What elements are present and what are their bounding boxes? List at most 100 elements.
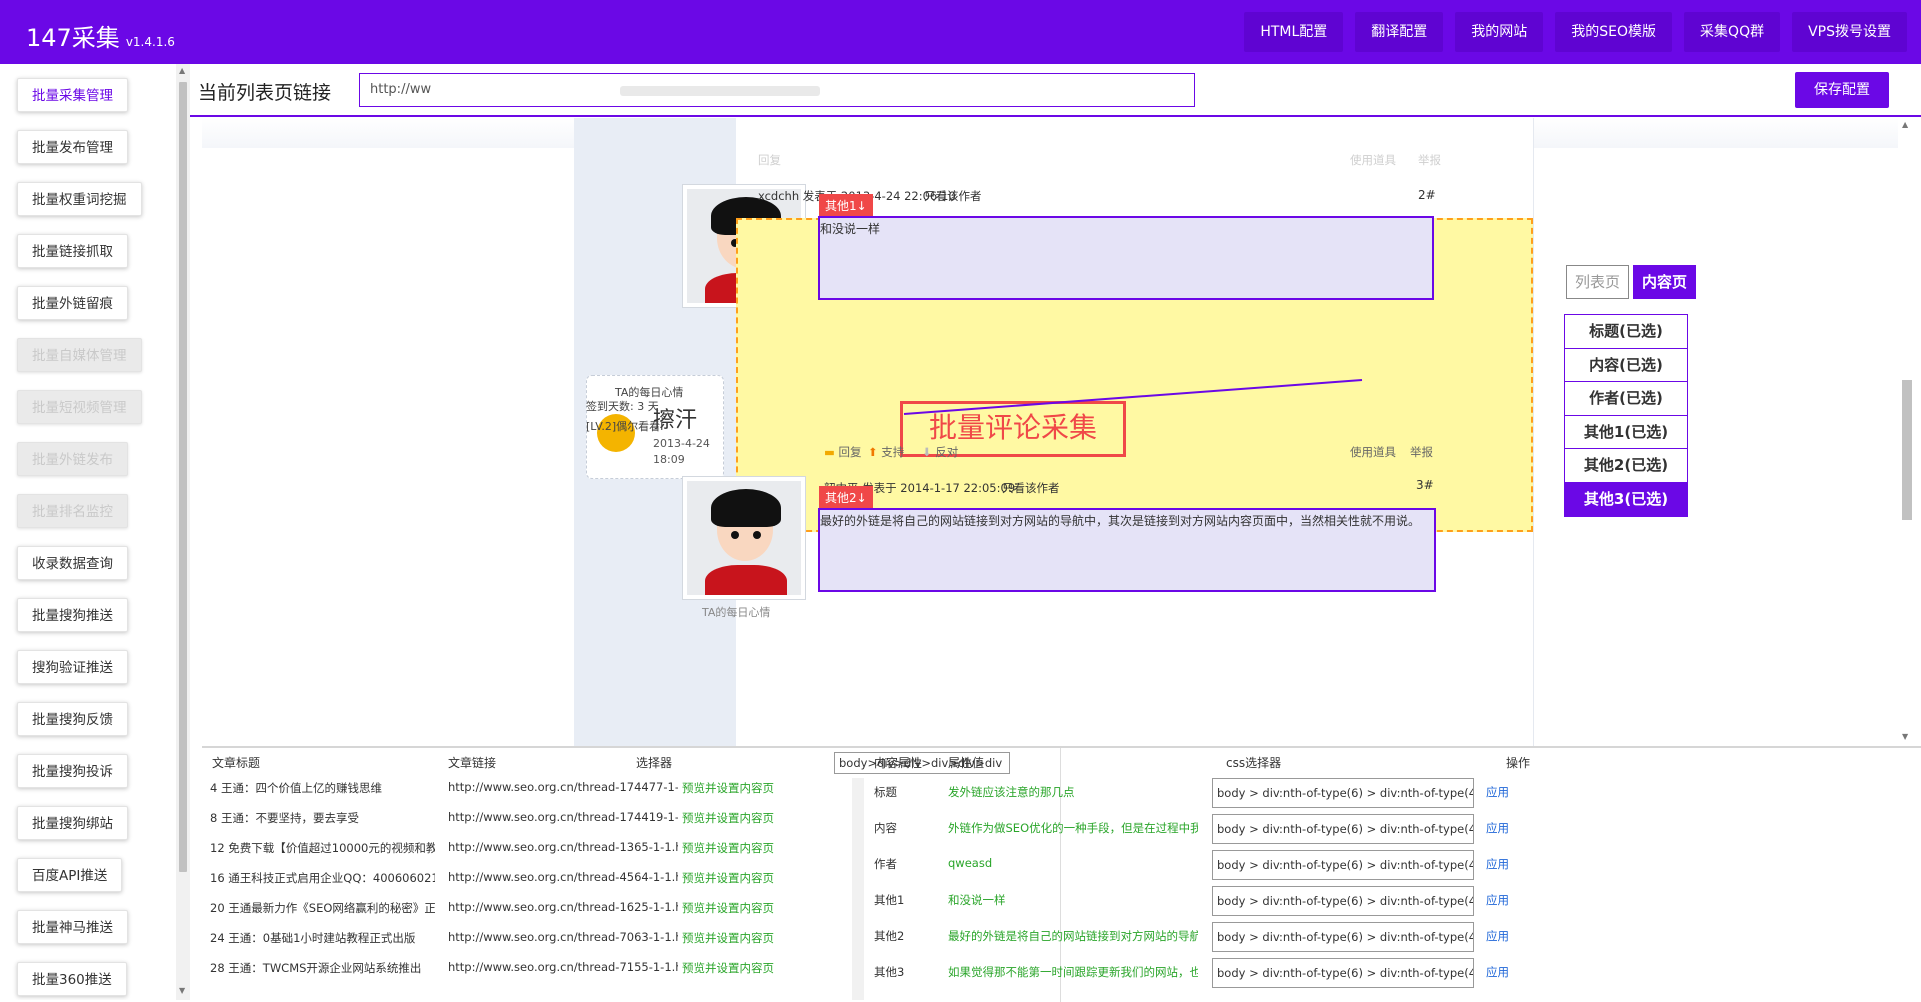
css-selector-input[interactable]: body > div:nth-of-type(6) > div:nth-of-t…	[1212, 922, 1474, 952]
avatar-shirt	[705, 565, 787, 595]
sidebar-item[interactable]: 批量发布管理	[17, 130, 128, 164]
app-header: 147采集 v1.4.1.6 HTML配置 翻译配置 我的网站 我的SEO模版 采…	[0, 0, 1921, 64]
thumb-down-icon: ⬇	[922, 445, 932, 459]
sidebar-item[interactable]: 批量搜狗绑站	[17, 806, 128, 840]
avatar-eye	[753, 531, 761, 539]
list-url-input[interactable]: http://ww	[359, 73, 1195, 107]
preview-set-content-link[interactable]: 预览并设置内容页	[682, 810, 812, 826]
nav-vps-dial[interactable]: VPS拨号设置	[1792, 12, 1907, 52]
article-link[interactable]: http://www.seo.org.cn/thread-1365-1-1.ht…	[448, 840, 678, 854]
tab-content-page[interactable]: 内容页	[1633, 265, 1697, 299]
avatar-image	[687, 481, 801, 595]
attr-value: 和没说一样	[948, 893, 1006, 907]
col-header-selector: 选择器	[636, 756, 673, 770]
sidebar-item[interactable]: 批量神马推送	[17, 910, 128, 944]
sidebar-item[interactable]: 批量采集管理	[17, 78, 128, 112]
css-selector-input[interactable]: body > div:nth-of-type(6) > div:nth-of-t…	[1212, 778, 1474, 808]
preview-set-content-link[interactable]: 预览并设置内容页	[682, 840, 812, 856]
css-selector-input[interactable]: body > div:nth-of-type(6) > div:nth-of-t…	[1212, 850, 1474, 880]
nav-html-config[interactable]: HTML配置	[1244, 12, 1344, 52]
list-url-value: http://ww	[370, 82, 432, 97]
field-content[interactable]: 内容(已选)	[1565, 348, 1687, 382]
sidebar-item[interactable]: 批量搜狗推送	[17, 598, 128, 632]
attr-value: 发外链应该注意的那几点	[948, 785, 1075, 799]
sidebar-item[interactable]: 批量搜狗反馈	[17, 702, 128, 736]
field-author[interactable]: 作者(已选)	[1565, 382, 1687, 416]
css-selector-input[interactable]: body > div:nth-of-type(6) > div:nth-of-t…	[1212, 814, 1474, 844]
css-selector-input[interactable]: body > div:nth-of-type(6) > div:nth-of-t…	[1212, 958, 1474, 988]
apply-button[interactable]: 应用	[1486, 820, 1526, 836]
article-title: 20 王通最新力作《SEO网络赢利的秘密》正式上市	[210, 901, 435, 915]
field-title[interactable]: 标题(已选)	[1565, 315, 1687, 349]
nav-translate-config[interactable]: 翻译配置	[1355, 12, 1444, 52]
col-header-link: 文章链接	[448, 756, 497, 770]
bottom-panel: 文章标题 文章链接 选择器 body>div>div>div>div>div 内…	[202, 746, 1921, 1002]
css-selector-input[interactable]: body > div:nth-of-type(6) > div:nth-of-t…	[1212, 886, 1474, 916]
page-type-tabs: 列表页 内容页	[1566, 265, 1697, 299]
preview-set-content-link[interactable]: 预览并设置内容页	[682, 900, 812, 916]
app-version: v1.4.1.6	[125, 35, 175, 49]
sidebar-scroll-thumb[interactable]	[179, 82, 187, 872]
article-link[interactable]: http://www.seo.org.cn/thread-1625-1-1.ht…	[448, 900, 678, 914]
nav-qq-group[interactable]: 采集QQ群	[1684, 12, 1781, 52]
article-link[interactable]: http://www.seo.org.cn/thread-7155-1-1.ht…	[448, 960, 678, 974]
article-title: 12 免费下载【价值超过10000元的视频和教程】	[210, 841, 435, 855]
article-link[interactable]: http://www.seo.org.cn/thread-174419-1-1.…	[448, 810, 678, 824]
article-list-scrollbar[interactable]	[852, 778, 864, 1000]
sidebar-item[interactable]: 批量搜狗投诉	[17, 754, 128, 788]
sidebar-scrollbar[interactable]: ▲ ▼	[176, 64, 190, 1000]
attr-name: 其他1	[874, 893, 905, 907]
nav-my-sites[interactable]: 我的网站	[1455, 12, 1544, 52]
sidebar-item[interactable]: 收录数据查询	[17, 546, 128, 580]
scroll-down-icon[interactable]: ▼	[179, 986, 185, 995]
attr-value: 外链作为做SEO优化的一种手段，但是在过程中我们要...	[948, 821, 1198, 835]
scroll-up-icon[interactable]: ▲	[1902, 120, 1908, 129]
field-other3[interactable]: 其他3(已选)	[1565, 482, 1687, 516]
preview-scroll-thumb[interactable]	[1902, 380, 1912, 520]
field-list: 标题(已选) 内容(已选) 作者(已选) 其他1(已选) 其他2(已选) 其他3…	[1564, 314, 1688, 517]
preview-set-content-link[interactable]: 预览并设置内容页	[682, 780, 812, 796]
col-header-css: css选择器	[1226, 756, 1282, 770]
article-link[interactable]: http://www.seo.org.cn/thread-7063-1-1.ht…	[448, 930, 678, 944]
sidebar-item: 批量自媒体管理	[17, 338, 142, 372]
scroll-down-icon[interactable]: ▼	[1902, 732, 1908, 741]
page-preview: 回复 使用道具 举报 TA的每日心情 擦汗 2013-4-24 18:09 签到…	[202, 118, 1898, 746]
preview-set-content-link[interactable]: 预览并设置内容页	[682, 960, 812, 976]
report-link[interactable]: 举报	[1410, 444, 1433, 460]
save-config-button[interactable]: 保存配置	[1795, 72, 1889, 108]
preview-set-content-link[interactable]: 预览并设置内容页	[682, 930, 812, 946]
apply-button[interactable]: 应用	[1486, 784, 1526, 800]
nav-seo-templates[interactable]: 我的SEO模版	[1555, 12, 1673, 52]
preview-scrollbar[interactable]: ▲ ▼	[1898, 118, 1914, 746]
sidebar-item[interactable]: 批量链接抓取	[17, 234, 128, 268]
avatar	[682, 476, 806, 600]
sidebar-item[interactable]: 批量外链留痕	[17, 286, 128, 320]
apply-button[interactable]: 应用	[1486, 964, 1526, 980]
support-label: 支持	[881, 445, 905, 459]
support-link[interactable]: ⬆ 支持	[868, 444, 904, 460]
article-link[interactable]: http://www.seo.org.cn/thread-174477-1-1.…	[448, 780, 678, 794]
url-label: 当前列表页链接	[198, 82, 332, 104]
article-title: 4 王通：四个价值上亿的赚钱思维	[210, 781, 382, 795]
scroll-up-icon[interactable]: ▲	[179, 66, 185, 75]
apply-button[interactable]: 应用	[1486, 856, 1526, 872]
field-other1[interactable]: 其他1(已选)	[1565, 415, 1687, 449]
sidebar-item[interactable]: 搜狗验证推送	[17, 650, 128, 684]
apply-button[interactable]: 应用	[1486, 928, 1526, 944]
reply-link[interactable]: ▬ 回复	[824, 444, 862, 460]
only-author-link[interactable]: 只看该作者	[1002, 480, 1060, 496]
tab-list-page[interactable]: 列表页	[1566, 265, 1630, 299]
mood-title-partial: TA的每日心情	[702, 606, 771, 619]
oppose-link[interactable]: ⬇ 反对	[922, 444, 958, 460]
article-title: 8 王通：不要坚持，要去享受	[210, 811, 359, 825]
preview-set-content-link[interactable]: 预览并设置内容页	[682, 870, 812, 886]
article-link[interactable]: http://www.seo.org.cn/thread-4564-1-1.ht…	[448, 870, 678, 884]
attr-name: 其他3	[874, 965, 905, 979]
apply-button[interactable]: 应用	[1486, 892, 1526, 908]
sidebar-item[interactable]: 百度API推送	[17, 858, 123, 892]
attr-name: 标题	[874, 785, 897, 799]
field-other2[interactable]: 其他2(已选)	[1565, 449, 1687, 483]
sidebar-item[interactable]: 批量权重词挖掘	[17, 182, 142, 216]
sidebar-item[interactable]: 批量360推送	[17, 962, 127, 996]
tools-link[interactable]: 使用道具	[1350, 444, 1396, 460]
